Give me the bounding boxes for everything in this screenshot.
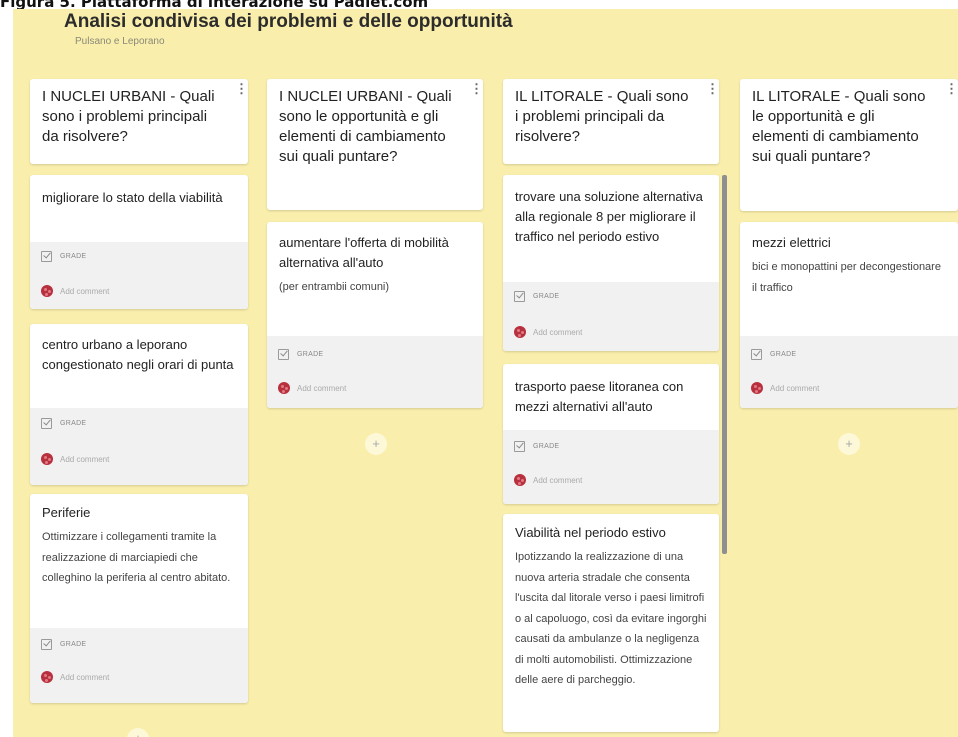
checkbox-icon <box>751 349 762 360</box>
column-header-nuclei-opportunita: I NUCLEI URBANI - Quali sono le opportun… <box>267 79 483 210</box>
column-header-nuclei-problemi: I NUCLEI URBANI - Quali sono i problemi … <box>30 79 248 164</box>
avatar-icon <box>41 671 53 683</box>
avatar-icon <box>751 382 763 394</box>
comment-placeholder: Add comment <box>60 286 110 296</box>
avatar-icon <box>41 285 53 297</box>
post-card[interactable]: trasporto paese litoranea con mezzi alte… <box>503 364 719 504</box>
post-footer: GRADE Add comment <box>30 408 248 485</box>
add-post-button[interactable]: + <box>127 728 149 737</box>
post-card[interactable]: trovare una soluzione alternativa alla r… <box>503 175 719 351</box>
post-title: mezzi elettrici <box>752 235 831 250</box>
post-title: trasporto paese litoranea con mezzi alte… <box>515 379 684 414</box>
post-card[interactable]: migliorare lo stato della viabilità GRAD… <box>30 175 248 309</box>
add-post-button[interactable]: + <box>838 433 860 455</box>
avatar-icon <box>41 453 53 465</box>
post-footer: GRADE Add comment <box>30 628 248 703</box>
post-card[interactable]: centro urbano a leporano congestionato n… <box>30 324 248 485</box>
post-footer: GRADE Add comment <box>30 242 248 309</box>
comment-placeholder: Add comment <box>533 327 583 337</box>
grade-button[interactable]: GRADE <box>514 441 559 452</box>
grade-label: GRADE <box>60 641 87 648</box>
column-menu-icon[interactable]: ⋮ <box>235 82 248 95</box>
post-card[interactable]: mezzi elettrici bici e monopattini per d… <box>740 222 958 408</box>
add-comment-field[interactable]: Add comment <box>514 474 582 486</box>
post-card[interactable]: Periferie Ottimizzare i collegamenti tra… <box>30 494 248 703</box>
grade-label: GRADE <box>533 443 560 450</box>
post-title: Viabilità nel periodo estivo <box>515 525 666 540</box>
grade-label: GRADE <box>770 351 797 358</box>
checkbox-icon <box>41 639 52 650</box>
post-footer: GRADE Add comment <box>267 336 483 408</box>
add-comment-field[interactable]: Add comment <box>41 285 109 297</box>
post-footer: GRADE Add comment <box>503 430 719 504</box>
comment-placeholder: Add comment <box>60 454 110 464</box>
comment-placeholder: Add comment <box>770 383 820 393</box>
column-title: I NUCLEI URBANI - Quali sono i problemi … <box>42 88 215 145</box>
column-header-litorale-opportunita: IL LITORALE - Quali sono le opportunità … <box>740 79 958 211</box>
post-description: (per entrambii comuni) <box>279 281 390 293</box>
column-menu-icon[interactable]: ⋮ <box>706 82 719 95</box>
comment-placeholder: Add comment <box>533 475 583 485</box>
column-title: I NUCLEI URBANI - Quali sono le opportun… <box>279 88 452 165</box>
grade-button[interactable]: GRADE <box>41 418 86 429</box>
grade-button[interactable]: GRADE <box>278 349 323 360</box>
post-title: centro urbano a leporano congestionato n… <box>42 337 234 372</box>
checkbox-icon <box>41 418 52 429</box>
grade-button[interactable]: GRADE <box>751 349 796 360</box>
grade-label: GRADE <box>533 293 560 300</box>
add-comment-field[interactable]: Add comment <box>278 382 346 394</box>
padlet-board: Analisi condivisa dei problemi e delle o… <box>13 9 958 737</box>
column-title: IL LITORALE - Quali sono le opportunità … <box>752 88 926 165</box>
post-description: Ottimizzare i collegamenti tramite la re… <box>42 531 231 584</box>
comment-placeholder: Add comment <box>60 672 110 682</box>
post-footer: GRADE Add comment <box>503 282 719 351</box>
column-menu-icon[interactable]: ⋮ <box>470 82 483 95</box>
post-footer: GRADE Add comment <box>740 336 958 408</box>
avatar-icon <box>514 474 526 486</box>
post-card[interactable]: aumentare l'offerta di mobilità alternat… <box>267 222 483 408</box>
grade-label: GRADE <box>60 420 87 427</box>
add-post-button[interactable]: + <box>365 433 387 455</box>
grade-button[interactable]: GRADE <box>41 639 86 650</box>
post-title: migliorare lo stato della viabilità <box>42 190 223 205</box>
add-comment-field[interactable]: Add comment <box>514 326 582 338</box>
post-description: bici e monopattini per decongestionare i… <box>752 261 941 294</box>
checkbox-icon <box>41 251 52 262</box>
board-title: Analisi condivisa dei problemi e delle o… <box>64 11 513 32</box>
avatar-icon <box>514 326 526 338</box>
column-title: IL LITORALE - Quali sono i problemi prin… <box>515 88 689 145</box>
add-comment-field[interactable]: Add comment <box>41 671 109 683</box>
grade-button[interactable]: GRADE <box>514 291 559 302</box>
post-title: trovare una soluzione alternativa alla r… <box>515 189 703 244</box>
add-comment-field[interactable]: Add comment <box>751 382 819 394</box>
checkbox-icon <box>514 441 525 452</box>
grade-label: GRADE <box>60 253 87 260</box>
checkbox-icon <box>278 349 289 360</box>
avatar-icon <box>278 382 290 394</box>
checkbox-icon <box>514 291 525 302</box>
post-title: Periferie <box>42 505 91 520</box>
post-card[interactable]: Viabilità nel periodo estivo Ipotizzando… <box>503 514 719 732</box>
grade-label: GRADE <box>297 351 324 358</box>
column-scrollbar[interactable] <box>722 175 727 554</box>
comment-placeholder: Add comment <box>297 383 347 393</box>
column-menu-icon[interactable]: ⋮ <box>945 82 958 95</box>
add-comment-field[interactable]: Add comment <box>41 453 109 465</box>
grade-button[interactable]: GRADE <box>41 251 86 262</box>
column-header-litorale-problemi: IL LITORALE - Quali sono i problemi prin… <box>503 79 719 164</box>
board-subtitle: Pulsano e Leporano <box>75 36 165 47</box>
post-description: Ipotizzando la realizzazione di una nuov… <box>515 551 707 686</box>
post-title: aumentare l'offerta di mobilità alternat… <box>279 235 449 270</box>
